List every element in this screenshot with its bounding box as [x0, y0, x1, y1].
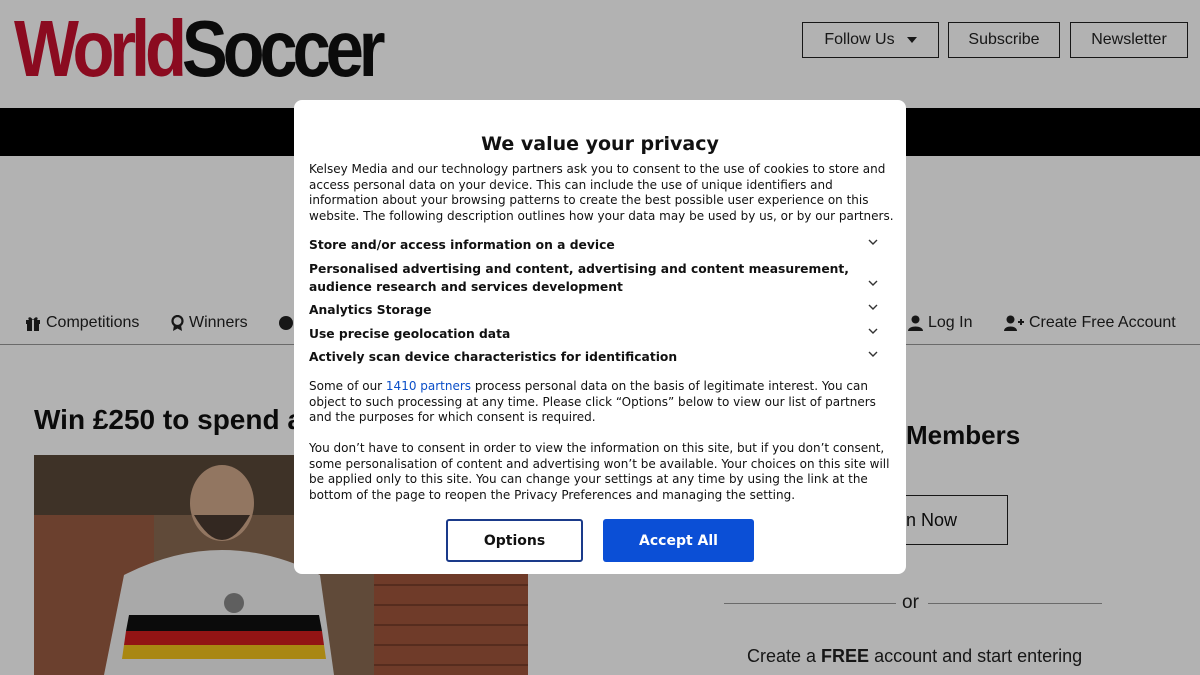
accept-all-label: Accept All	[639, 532, 718, 549]
purpose-item[interactable]: Personalised advertising and content, ad…	[309, 261, 869, 296]
consent-dialog: We value your privacy Kelsey Media and o…	[294, 100, 906, 574]
purpose-item[interactable]: Use precise geolocation data	[309, 326, 869, 344]
options-label: Options	[483, 532, 546, 549]
chevron-down-icon[interactable]	[868, 237, 878, 247]
no-consent-text: You don’t have to consent in order to vi…	[309, 441, 890, 502]
chevron-down-icon[interactable]	[868, 326, 878, 336]
options-button[interactable]: Options	[446, 519, 583, 562]
partners-link[interactable]: 1410 partners	[386, 379, 471, 393]
legitimate-interest-text: Some of our 1410 partners process person…	[309, 379, 894, 426]
purpose-item[interactable]: Actively scan device characteristics for…	[309, 349, 869, 367]
consent-title: We value your privacy	[481, 133, 719, 155]
accept-all-button[interactable]: Accept All	[603, 519, 754, 562]
purpose-item[interactable]: Analytics Storage	[309, 302, 869, 320]
chevron-down-icon[interactable]	[868, 349, 878, 359]
legit-before: Some of our	[309, 379, 386, 393]
chevron-down-icon[interactable]	[868, 302, 878, 312]
chevron-down-icon[interactable]	[868, 278, 878, 288]
purpose-item[interactable]: Store and/or access information on a dev…	[309, 237, 869, 255]
consent-intro: Kelsey Media and our technology partners…	[309, 162, 894, 223]
